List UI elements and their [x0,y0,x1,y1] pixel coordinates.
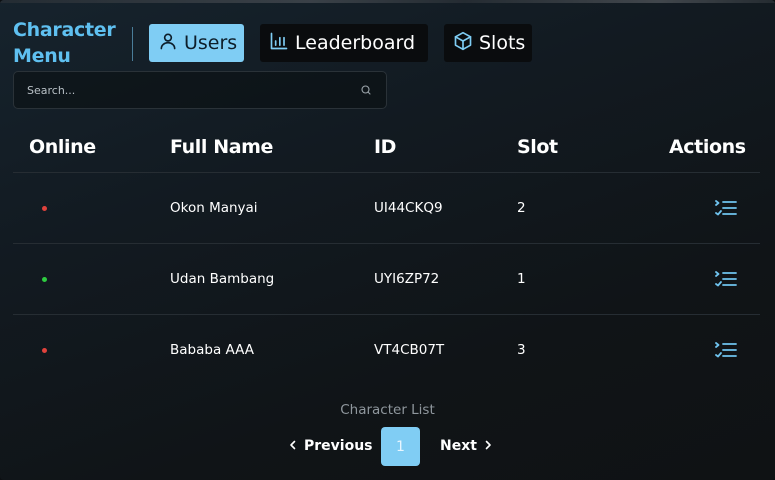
column-header-online: Online [29,136,96,158]
online-status-dot [42,277,47,282]
previous-label: Previous [304,438,373,454]
list-icon[interactable] [715,199,737,217]
cell-id: VT4CB07T [374,342,445,358]
search-icon[interactable] [360,81,372,100]
cell-full-name: Bababa AAA [170,342,254,358]
row-divider [13,243,760,244]
column-header-id: ID [374,136,397,158]
cell-full-name: Udan Bambang [170,271,275,287]
next-page-button[interactable]: Next [440,438,493,454]
offline-status-dot [42,348,47,353]
list-icon[interactable] [715,270,737,288]
top-edge-strip [0,0,775,3]
cell-full-name: Okon Manyai [170,200,258,216]
cell-id: UI44CKQ9 [374,200,443,216]
tab-leaderboard[interactable]: Leaderboard [260,24,428,62]
search-box [13,71,387,109]
tab-slots-label: Slots [479,32,526,54]
column-header-actions: Actions [669,136,746,158]
user-icon [158,31,178,56]
tab-leaderboard-label: Leaderboard [295,32,416,54]
cell-slot: 1 [517,271,526,287]
chevron-left-icon [288,438,298,454]
cell-slot: 3 [517,342,526,358]
row-divider [13,314,760,315]
header-divider [13,172,760,173]
tab-slots[interactable]: Slots [444,24,532,62]
cell-id: UYI6ZP72 [374,271,440,287]
cube-icon [453,31,473,56]
chevron-right-icon [483,438,493,454]
column-header-full-name: Full Name [170,136,274,158]
cell-slot: 2 [517,200,526,216]
page-number-current[interactable]: 1 [381,427,420,466]
tab-users[interactable]: Users [149,24,244,62]
list-icon[interactable] [715,341,737,359]
bar-chart-icon [269,31,289,56]
offline-status-dot [42,206,47,211]
character-list-label: Character List [340,402,435,418]
character-menu-panel: Character Menu Users Leaderboard Slots S… [0,0,775,480]
search-input[interactable] [27,83,360,97]
brand-divider [132,27,133,61]
previous-page-button[interactable]: Previous [288,438,373,454]
next-label: Next [440,438,477,454]
column-header-slot: Slot [517,136,558,158]
brand-title: Character Menu [13,19,116,67]
tab-users-label: Users [184,32,238,54]
